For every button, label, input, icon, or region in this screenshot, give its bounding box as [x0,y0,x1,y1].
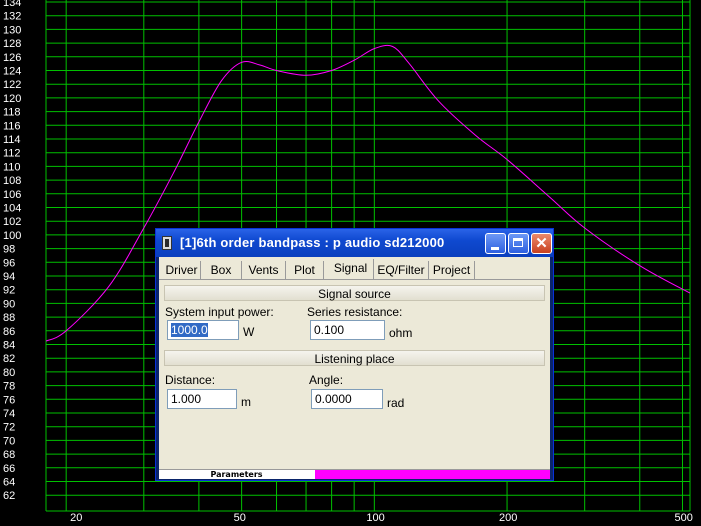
y-tick-label: 100 [3,230,21,242]
x-tick-label: 20 [70,512,82,524]
tab-eq-filter[interactable]: EQ/Filter [374,261,429,279]
angle-unit: rad [387,396,405,410]
system-input-power-label: System input power: [165,305,274,319]
y-tick-label: 86 [3,326,15,338]
y-axis-tick-labels: 1341321301281261241221201181161141121101… [3,0,21,502]
system-input-power-field[interactable]: 1000.0 [167,320,239,340]
y-tick-label: 116 [3,120,21,132]
y-tick-label: 110 [3,161,21,173]
tab-project[interactable]: Project [429,261,475,279]
y-tick-label: 66 [3,463,15,475]
y-tick-label: 124 [3,66,21,78]
y-tick-label: 94 [3,271,15,283]
distance-field[interactable]: 1.000 [167,389,237,409]
app-icon [162,236,172,250]
y-tick-label: 126 [3,52,21,64]
tab-vents[interactable]: Vents [242,261,286,279]
tab-driver[interactable]: Driver [163,261,201,279]
y-tick-label: 128 [3,38,21,50]
x-tick-label: 500 [674,512,692,524]
angle-field[interactable]: 0.0000 [311,389,383,409]
status-bar: Parameters [159,469,550,479]
y-tick-label: 104 [3,203,21,215]
minimize-button[interactable] [485,233,506,254]
y-tick-label: 80 [3,367,15,379]
y-tick-label: 134 [3,0,21,9]
y-tick-label: 62 [3,490,15,502]
tab-strip-border [159,279,550,280]
y-tick-label: 132 [3,11,21,23]
y-tick-label: 64 [3,477,15,489]
y-tick-label: 106 [3,189,21,201]
dialog-title-bar[interactable]: [1]6th order bandpass : p audio sd212000… [156,229,553,257]
y-tick-label: 78 [3,381,15,393]
close-button[interactable]: ✕ [531,233,552,254]
y-tick-label: 74 [3,408,15,420]
y-tick-label: 98 [3,244,15,256]
y-tick-label: 112 [3,148,21,160]
y-tick-label: 114 [3,134,21,146]
tab-signal[interactable]: Signal [328,259,374,279]
y-tick-label: 122 [3,79,21,91]
system-input-power-value: 1000.0 [171,323,208,337]
distance-label: Distance: [165,373,216,387]
y-tick-label: 96 [3,257,15,269]
tab-box[interactable]: Box [201,261,242,279]
power-unit: W [243,325,255,339]
y-tick-label: 76 [3,394,15,406]
y-tick-label: 118 [3,107,21,119]
y-tick-label: 102 [3,216,21,228]
y-tick-label: 130 [3,24,21,36]
y-tick-label: 92 [3,285,15,297]
x-tick-label: 200 [499,512,517,524]
signal-dialog-window[interactable]: [1]6th order bandpass : p audio sd212000… [155,228,554,481]
close-icon: ✕ [535,235,548,252]
y-tick-label: 68 [3,449,15,461]
distance-unit: m [241,395,251,409]
x-tick-label: 100 [366,512,384,524]
tab-plot[interactable]: Plot [286,261,324,279]
dialog-client-area: Driver Box Vents Plot Signal EQ/Filter P… [159,257,550,479]
progress-bar [315,470,550,479]
x-axis-tick-labels: 20 50 100 200 500 [70,512,693,524]
parameters-status-label: Parameters [210,470,263,479]
y-tick-label: 84 [3,340,15,352]
listening-place-header: Listening place [164,350,545,366]
series-resistance-label: Series resistance: [307,305,403,319]
signal-source-header: Signal source [164,285,545,301]
y-tick-label: 82 [3,353,15,365]
resistance-unit: ohm [389,326,413,340]
x-tick-label: 50 [234,512,246,524]
y-tick-label: 108 [3,175,21,187]
y-tick-label: 72 [3,422,15,434]
y-tick-label: 88 [3,312,15,324]
y-tick-label: 70 [3,435,15,447]
dialog-title: [1]6th order bandpass : p audio sd212000 [180,235,445,250]
angle-label: Angle: [309,373,344,387]
y-tick-label: 120 [3,93,21,105]
series-resistance-field[interactable]: 0.100 [310,320,385,340]
y-tick-label: 90 [3,298,15,310]
maximize-button[interactable] [508,233,529,254]
